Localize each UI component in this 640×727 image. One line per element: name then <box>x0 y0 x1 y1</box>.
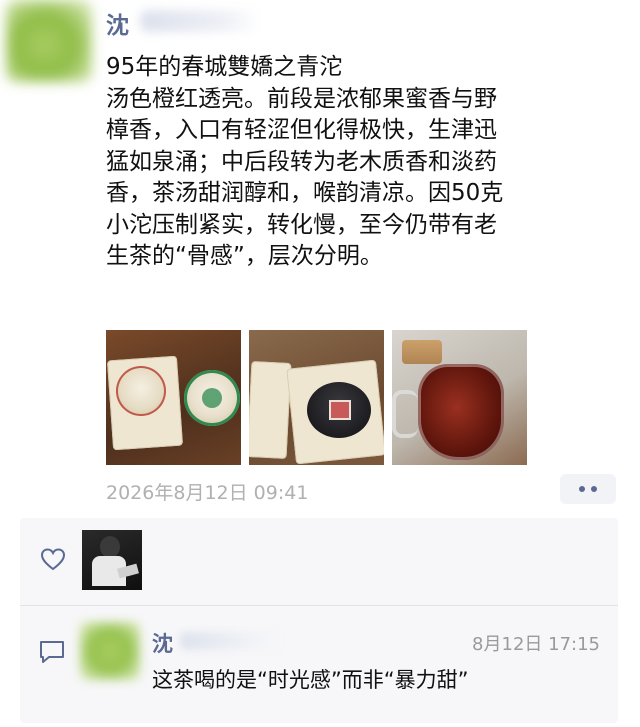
post-body-line: 香，茶汤甜润醇和，喉韵清凉。因50克 <box>106 180 504 206</box>
post-body-line: 生茶的“骨感”，层次分明。 <box>106 243 383 269</box>
post-text: 95年的春城雙嬌之青沱 汤色橙红透亮。前段是浓郁果蜜香与野 樟香，入口有轻涩但化… <box>106 52 626 273</box>
label-sticker <box>329 400 351 420</box>
commenter-name[interactable]: 沈 <box>152 628 173 658</box>
post-timestamp: 2026年8月12日 09:41 <box>106 482 309 504</box>
photo-thumbnail-2[interactable] <box>249 330 384 465</box>
author-avatar[interactable] <box>6 0 92 82</box>
photo-thumbnail-3[interactable] <box>392 330 527 465</box>
photo-thumbnail-1[interactable] <box>106 330 241 465</box>
post-body-line: 樟香，入口有轻涩但化得极快，生津迅 <box>106 117 497 143</box>
tea-liquor <box>418 364 504 460</box>
panel-divider <box>20 605 618 606</box>
ellipsis-icon <box>579 486 585 492</box>
comment-text[interactable]: 这茶喝的是“时光感”而非“暴力甜” <box>152 664 469 694</box>
post-title-line: 95年的春城雙嬌之青沱 <box>106 54 343 80</box>
green-logo-mark <box>202 388 222 408</box>
commenter-avatar[interactable] <box>80 622 140 680</box>
pitcher-lid <box>402 340 442 364</box>
tuocha-cake <box>116 366 166 416</box>
commenter-name-obscured <box>180 632 280 650</box>
pitcher-handle <box>392 390 418 438</box>
heart-outline-icon[interactable] <box>40 547 66 573</box>
avatar-head <box>100 536 120 558</box>
author-name-obscured <box>140 10 260 32</box>
post-body-line: 猛如泉涌；中后段转为老木质香和淡药 <box>106 148 497 175</box>
author-name[interactable]: 沈 <box>106 6 129 40</box>
more-options-button[interactable] <box>560 474 616 504</box>
post-body-line: 小沱压制紧实，转化慢，至今仍带有老 <box>106 211 497 238</box>
liker-avatar[interactable] <box>82 530 142 590</box>
comment-time: 8月12日 17:15 <box>472 634 600 655</box>
ellipsis-icon <box>591 486 597 492</box>
paper-wrapper <box>249 361 292 459</box>
speech-bubble-icon[interactable] <box>38 639 66 665</box>
post-body-line: 汤色橙红透亮。前段是浓郁果蜜香与野 <box>106 85 497 112</box>
photo-grid <box>106 330 527 465</box>
